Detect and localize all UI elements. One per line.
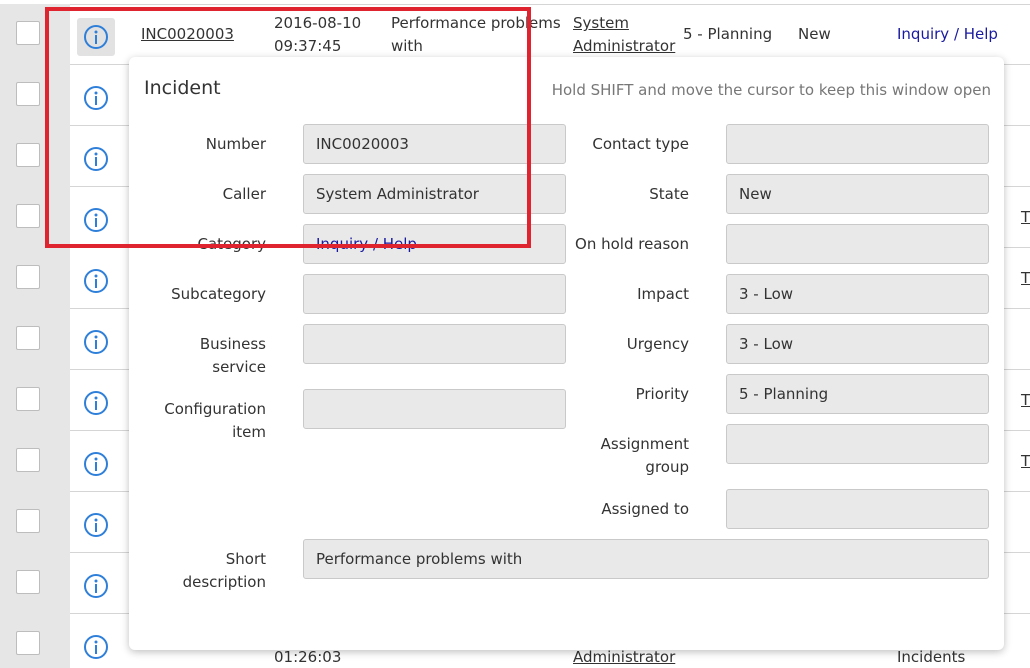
row-checkbox[interactable] [16,631,40,655]
popup-hint: Hold SHIFT and move the cursor to keep t… [551,81,991,99]
priority-field: 5 - Planning [726,374,989,414]
row-gutter [0,492,70,553]
caller-link-line2[interactable]: Administrator [573,35,675,57]
row-gutter [0,126,70,187]
category-label: Category [197,235,266,253]
contact-type-label: Contact type [592,135,689,153]
popup-title: Incident [144,77,221,99]
contact-type-field [726,124,989,164]
row-checkbox[interactable] [16,448,40,472]
state-cell: New [798,25,831,43]
business-service-label-line2: service [212,358,266,376]
category-link-edge[interactable]: T [1021,269,1030,287]
row-checkbox[interactable] [16,509,40,533]
row-info-button[interactable] [77,445,115,483]
info-circle-icon [84,452,108,476]
assigned-to-field [726,489,989,529]
assigned-to-label: Assigned to [601,500,689,518]
row-info-button[interactable] [77,506,115,544]
on-hold-reason-field [726,224,989,264]
opened-date: 2016-08-10 [274,14,362,32]
on-hold-reason-label: On hold reason [575,235,689,253]
category-link-edge[interactable]: T [1021,208,1030,226]
short-description-label-line1: Short [225,550,266,568]
row-checkbox[interactable] [16,204,40,228]
row-info-button[interactable] [77,79,115,117]
state-label: State [649,185,689,203]
short-description-line2: with [391,37,423,55]
row-gutter [0,614,70,668]
row-checkbox[interactable] [16,570,40,594]
info-circle-icon [84,25,108,49]
row-checkbox[interactable] [16,143,40,167]
row-info-button[interactable] [77,628,115,666]
priority-cell: 5 - Planning [683,25,773,43]
caller-link-line1[interactable]: System [573,12,629,34]
caller-label: Caller [222,185,266,203]
incident-list-page: INC0020003 2016-08-10 09:37:45 Performan… [0,0,1030,668]
opened-time: 09:37:45 [274,37,342,55]
row-checkbox[interactable] [16,326,40,350]
urgency-field: 3 - Low [726,324,989,364]
table-row: INC0020003 2016-08-10 09:37:45 Performan… [0,4,1030,65]
row-checkbox[interactable] [16,82,40,106]
short-description-label-line2: description [182,573,266,591]
row-gutter [0,248,70,309]
number-label: Number [205,135,266,153]
row-checkbox[interactable] [16,21,40,45]
info-circle-icon [84,635,108,659]
row-gutter [0,187,70,248]
info-circle-icon [84,513,108,537]
incident-number-link[interactable]: INC0020003 [141,23,234,45]
business-service-label-line1: Business [199,335,266,353]
row-gutter [0,370,70,431]
row-checkbox[interactable] [16,387,40,411]
priority-label: Priority [635,385,689,403]
assignment-group-label-line1: Assignment [600,435,689,453]
row-gutter [0,309,70,370]
state-field: New [726,174,989,214]
row-gutter [0,65,70,126]
assignment-group-field [726,424,989,464]
category-link-edge[interactable]: T [1021,391,1030,409]
info-circle-icon [84,208,108,232]
category-link-edge[interactable]: T [1021,452,1030,470]
subcategory-label: Subcategory [171,285,266,303]
row-gutter [0,553,70,614]
short-description-line1: Performance problems [391,14,561,32]
urgency-label: Urgency [626,335,689,353]
configuration-item-label-line1: Configuration [164,400,266,418]
incident-preview-popup: Incident Hold SHIFT and move the cursor … [129,57,1004,650]
info-circle-icon [84,86,108,110]
row-gutter [0,431,70,492]
row-info-button[interactable] [77,18,115,56]
short-description-field: Performance problems with [303,539,989,579]
configuration-item-label-line2: item [232,423,266,441]
row-checkbox[interactable] [16,265,40,289]
category-cell: Inquiry / Help [897,25,998,43]
assignment-group-label-line2: group [645,458,689,476]
impact-label: Impact [637,285,689,303]
impact-field: 3 - Low [726,274,989,314]
row-gutter [0,4,70,65]
